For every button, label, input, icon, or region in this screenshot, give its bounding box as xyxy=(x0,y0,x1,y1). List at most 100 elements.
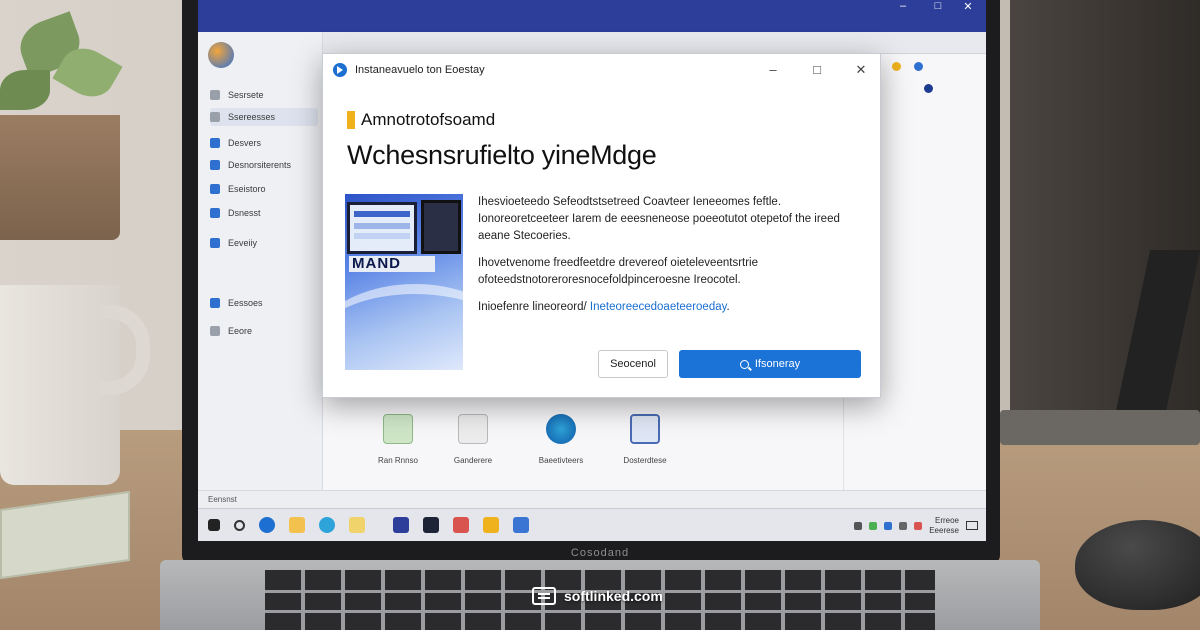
sidebar-item-label: Ssereesses xyxy=(228,112,276,122)
store-icon[interactable] xyxy=(453,517,469,533)
watermark: softlinked.com xyxy=(532,587,663,605)
dialog-title: Instaneavuelo ton Eoestay xyxy=(355,64,485,76)
tray-icon[interactable] xyxy=(854,521,863,530)
app-icon[interactable] xyxy=(393,517,409,533)
notes-icon[interactable] xyxy=(483,517,499,533)
laptop-brand-label: Cosodand xyxy=(570,547,630,559)
external-keyboard xyxy=(1000,410,1200,445)
product-screen-illustration xyxy=(347,202,417,254)
sidebar-item[interactable]: Desnorsiterents xyxy=(210,156,318,174)
tray-icon[interactable] xyxy=(869,521,878,530)
sidebar-item[interactable]: Sesrsete xyxy=(210,86,318,104)
sidebar-item-label: Sesrsete xyxy=(228,90,264,100)
keyboard-row-gap xyxy=(265,610,935,613)
terminal-icon[interactable] xyxy=(423,517,439,533)
nav-icon xyxy=(210,184,220,194)
sidebar-item[interactable]: Ssereesses xyxy=(210,108,318,126)
learn-more-link[interactable]: Ineteoreecedoaeteeroeday xyxy=(590,301,727,313)
nav-icon xyxy=(210,90,220,100)
product-image: MAND xyxy=(345,194,463,370)
status-dot-icon[interactable] xyxy=(924,84,933,93)
primary-button[interactable]: Ifsoneray xyxy=(679,350,861,378)
sidebar-item[interactable]: Eessoes xyxy=(210,294,318,312)
watermark-logo-icon xyxy=(532,587,556,605)
sidebar-item-label: Eeveiiy xyxy=(228,238,258,248)
decorative-swoosh xyxy=(345,284,463,370)
sidebar-item[interactable]: Eseistoro xyxy=(210,180,318,198)
app-ribbon xyxy=(323,32,986,54)
installer-dialog: Instaneavuelo ton Eoestay – □ ✕ Amnotrot… xyxy=(322,53,881,398)
document-file-icon xyxy=(458,414,488,444)
brand-logo-icon xyxy=(347,111,355,129)
start-icon[interactable] xyxy=(208,519,220,531)
nav-icon xyxy=(210,208,220,218)
tray-icon[interactable] xyxy=(899,521,908,530)
secondary-button-label: Seocenol xyxy=(610,358,656,370)
watermark-text: softlinked.com xyxy=(564,588,663,604)
browser-file-icon xyxy=(546,414,576,444)
status-bar-text: Eensnst xyxy=(208,495,237,504)
clock-time: Erreoe xyxy=(934,515,959,525)
product-image-label: MAND xyxy=(349,256,435,272)
secondary-button[interactable]: Seocenol xyxy=(598,350,668,378)
tray-icon[interactable] xyxy=(884,521,893,530)
sidebar-item-label: Desnorsiterents xyxy=(228,160,292,170)
body-paragraph: Ihovetvenome freedfeetdre drevereof oiet… xyxy=(478,257,758,286)
body-paragraph: Ihesvioeteedo Sefeodtstsetreed Coavteer … xyxy=(478,196,840,242)
primary-button-label: Ifsoneray xyxy=(754,358,801,370)
window-minimize-button[interactable]: – xyxy=(888,0,918,14)
dialog-heading: Wchesnsrufielto yineMdge xyxy=(347,140,657,170)
search-icon xyxy=(739,359,749,369)
sidebar-item-label: Desvers xyxy=(228,138,262,148)
sidebar-item[interactable]: Dsnesst xyxy=(210,204,318,222)
maximize-icon[interactable]: □ xyxy=(805,60,829,80)
status-dot-icon[interactable] xyxy=(914,62,923,71)
sidebar-item-label: Eessoes xyxy=(228,298,263,308)
nav-icon xyxy=(210,138,220,148)
clock-date: Eeerese xyxy=(929,525,959,535)
window-maximize-button[interactable]: □ xyxy=(923,0,953,14)
sidebar-item[interactable]: Eeore xyxy=(210,322,318,340)
status-dot-icon[interactable] xyxy=(892,62,901,71)
folder-icon[interactable] xyxy=(289,517,305,533)
explorer-icon[interactable] xyxy=(349,517,365,533)
settings-icon[interactable] xyxy=(513,517,529,533)
computer-mouse xyxy=(1075,520,1200,610)
dialog-body: Ihesvioeteedo Sefeodtstsetreed Coavteer … xyxy=(478,194,863,326)
nav-icon xyxy=(210,112,220,122)
app-icon xyxy=(333,63,347,77)
app-titlebar: – □ ✕ xyxy=(198,0,986,32)
browser-icon[interactable] xyxy=(259,517,275,533)
brand-name: Amnotrotofsoamd xyxy=(361,110,496,129)
plant-leaf xyxy=(0,70,50,110)
taskbar: Erreoe Eeerese xyxy=(198,508,986,541)
file-tile[interactable]: Dosterdtese xyxy=(585,414,705,494)
sidebar-item-label: Eeore xyxy=(228,326,253,336)
search-icon[interactable] xyxy=(234,519,245,531)
sidebar-item[interactable]: Desvers xyxy=(210,134,318,152)
status-bar: Eensnst xyxy=(198,490,986,508)
notification-icon[interactable] xyxy=(966,521,978,530)
app-logo-icon xyxy=(208,42,234,68)
tray-icon[interactable] xyxy=(914,521,923,530)
minimize-icon[interactable]: – xyxy=(761,60,785,80)
image-file-icon xyxy=(630,414,660,444)
body-link-line: Inioefenre lineoreord/ Ineteoreecedoaete… xyxy=(478,299,863,316)
sidebar-item[interactable]: Eeveiiy xyxy=(210,234,318,252)
nav-icon xyxy=(210,326,220,336)
sidebar-item-label: Eseistoro xyxy=(228,184,266,194)
sidebar-item-label: Dsnesst xyxy=(228,208,261,218)
nav-icon xyxy=(210,298,220,308)
close-icon[interactable]: ✕ xyxy=(849,60,873,80)
nav-icon xyxy=(210,238,220,248)
nav-icon xyxy=(210,160,220,170)
edge-icon[interactable] xyxy=(319,517,335,533)
product-screen-illustration xyxy=(421,200,461,254)
link-prefix: Inioefenre lineoreord/ xyxy=(478,301,590,313)
dialog-brand: Amnotrotofsoamd xyxy=(347,110,495,130)
taskbar-clock[interactable]: Erreoe Eeerese xyxy=(929,516,959,536)
system-tray: Erreoe Eeerese xyxy=(854,509,978,541)
plant-pot xyxy=(0,115,120,240)
link-suffix: . xyxy=(726,301,730,313)
window-close-button[interactable]: ✕ xyxy=(953,0,983,14)
